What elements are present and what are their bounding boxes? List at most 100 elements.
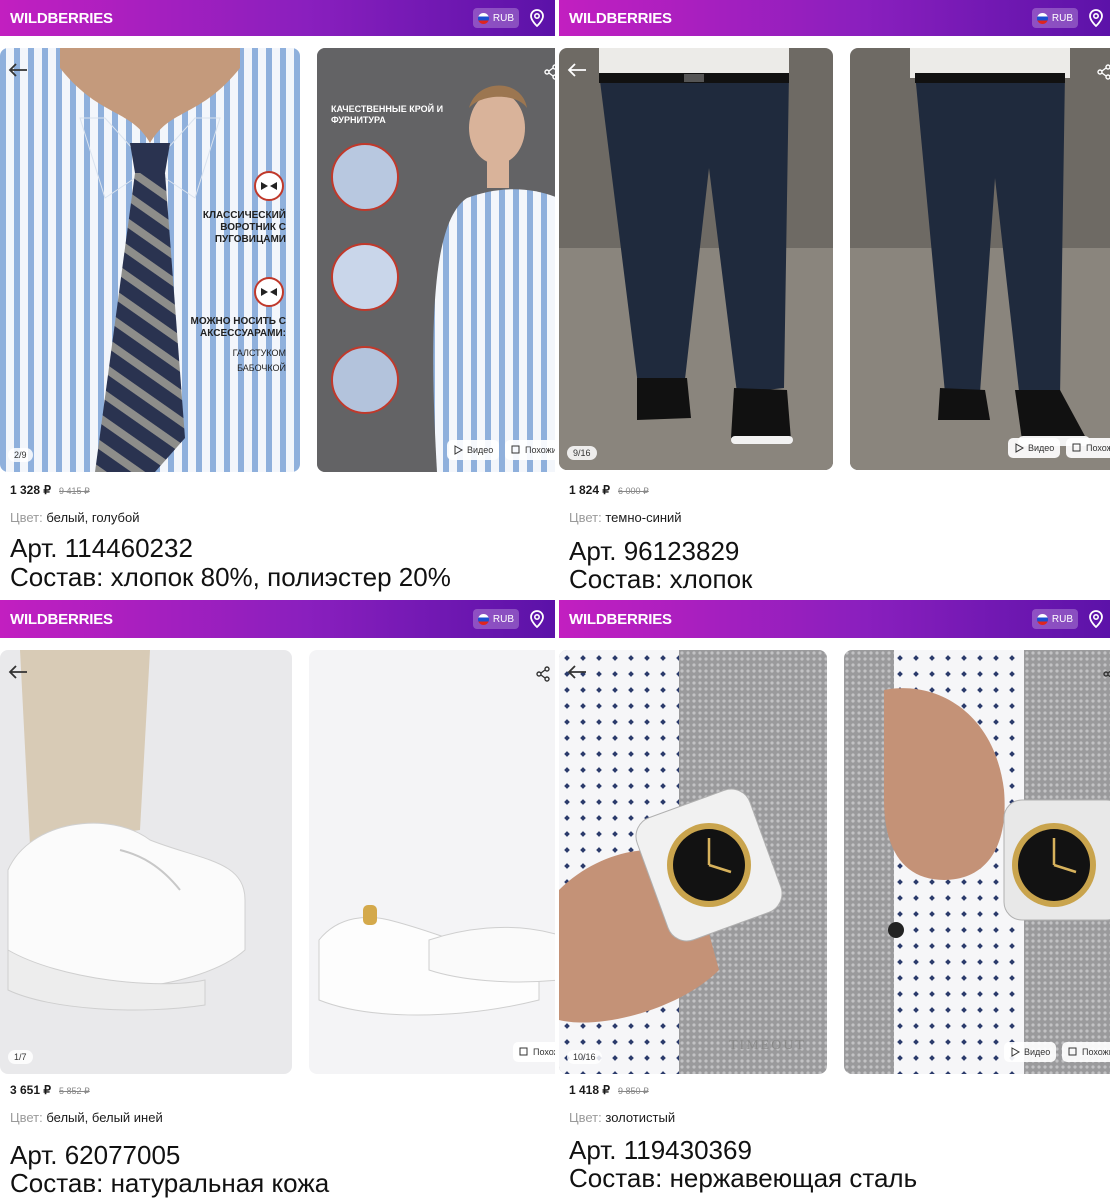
photo-counter: 1/7 — [8, 1050, 33, 1064]
price-row: 1 824 ₽ 6 000 ₽ — [569, 483, 649, 497]
product-photo[interactable]: 1/7 — [0, 650, 292, 1074]
sneakers-pair-image — [309, 650, 555, 1074]
currency-selector[interactable]: RUB — [1031, 609, 1078, 629]
back-arrow-icon[interactable] — [8, 664, 28, 680]
color-row: Цвет: темно-синий — [569, 510, 682, 525]
video-label: Видео — [467, 445, 494, 455]
russia-flag-icon — [1036, 12, 1048, 24]
brand-logo[interactable]: WILDBERRIES — [10, 10, 113, 27]
bowtie-annotation: БАБОЧКОЙ — [237, 363, 286, 373]
detail-closeup — [331, 143, 399, 211]
article-number: Арт. 119430369 — [569, 1135, 752, 1165]
price-row: 3 651 ₽ 5 852 ₽ — [10, 1083, 90, 1097]
product-card-trousers: WILDBERRIES RUB 9/16 Видео Похож 1 824 ₽… — [559, 0, 1110, 600]
current-price: 3 651 ₽ — [10, 1083, 51, 1097]
app-header: WILDBERRIES RUB — [0, 600, 555, 638]
currency-label: RUB — [1051, 12, 1073, 24]
old-price: 6 000 ₽ — [618, 486, 649, 496]
currency-selector[interactable]: RUB — [1031, 8, 1078, 28]
share-icon[interactable] — [535, 666, 551, 682]
similar-button[interactable]: Похожие — [1062, 1042, 1110, 1062]
brand-logo[interactable]: WILDBERRIES — [569, 10, 672, 27]
photo-counter: 9/16 — [567, 446, 597, 460]
similar-icon — [1072, 443, 1081, 452]
trousers-side-image — [850, 48, 1110, 470]
product-photo[interactable]: КЛАССИЧЕСКИЙ ВОРОТНИК С ПУГОВИЦАМИ МОЖНО… — [0, 48, 300, 472]
video-label: Видео — [1028, 443, 1055, 453]
product-photo[interactable]: 9/16 — [559, 48, 833, 470]
shirt-closeup-image — [0, 48, 300, 472]
location-pin-icon[interactable] — [529, 9, 545, 27]
share-icon[interactable] — [1102, 666, 1110, 682]
price-row: 1 418 ₽ 9 850 ₽ — [569, 1083, 649, 1097]
product-photo[interactable]: Видео Похожие — [850, 48, 1110, 470]
back-arrow-icon[interactable] — [567, 664, 587, 680]
location-pin-icon[interactable] — [529, 610, 545, 628]
currency-label: RUB — [1051, 613, 1073, 625]
product-photo[interactable]: Похожие — [309, 650, 555, 1074]
detail-closeup — [331, 243, 399, 311]
old-price: 5 852 ₽ — [59, 1086, 90, 1096]
currency-selector[interactable]: RUB — [472, 8, 519, 28]
location-pin-icon[interactable] — [1088, 610, 1104, 628]
product-photo[interactable]: КАЧЕСТВЕННЫЕ КРОЙ И ФУРНИТУРА Видео Похо… — [317, 48, 555, 472]
old-price: 9 415 ₽ — [59, 486, 90, 496]
color-label: Цвет: — [10, 510, 43, 525]
current-price: 1 824 ₽ — [569, 483, 610, 497]
share-icon[interactable] — [1096, 64, 1110, 80]
similar-label: Похожие — [1086, 443, 1110, 453]
watch-hand-image — [844, 650, 1110, 1074]
video-label: Видео — [1024, 1047, 1051, 1057]
composition: Состав: хлопок — [569, 564, 753, 594]
currency-selector[interactable]: RUB — [472, 609, 519, 629]
product-photo[interactable]: Видео Похожие — [844, 650, 1110, 1074]
similar-button[interactable]: Похожие — [513, 1042, 555, 1062]
color-value: белый, белый иней — [46, 1110, 163, 1125]
color-value: темно-синий — [605, 510, 682, 525]
similar-label: Похожие — [1082, 1047, 1110, 1057]
similar-icon — [519, 1047, 528, 1056]
photo-counter: 2/9 — [8, 448, 33, 462]
video-button[interactable]: Видео — [1008, 438, 1061, 458]
product-card-shirt: WILDBERRIES RUB КЛАССИЧЕСКИЙ ВОРОТНИК С … — [0, 0, 555, 600]
currency-label: RUB — [492, 613, 514, 625]
currency-label: RUB — [492, 12, 514, 24]
similar-button[interactable]: Похожие — [1066, 438, 1110, 458]
product-card-watch: WILDBERRIES RUB TIMEOUT 10/16 Видео Похо… — [559, 600, 1110, 1200]
photo-counter: 10/16 — [567, 1050, 602, 1064]
share-icon[interactable] — [543, 64, 555, 80]
color-label: Цвет: — [10, 1110, 43, 1125]
watch-wrist-image — [559, 650, 827, 1074]
current-price: 1 418 ₽ — [569, 1083, 610, 1097]
color-value: золотистый — [605, 1110, 676, 1125]
collar-annotation: КЛАССИЧЕСКИЙ ВОРОТНИК С ПУГОВИЦАМИ — [202, 210, 286, 245]
sneakers-worn-image — [0, 650, 292, 1074]
brand-logo[interactable]: WILDBERRIES — [569, 611, 672, 628]
tie-annotation: ГАЛСТУКОМ — [232, 348, 286, 358]
article-number: Арт. 96123829 — [569, 536, 740, 566]
brand-logo[interactable]: WILDBERRIES — [10, 611, 113, 628]
accessories-annotation: МОЖНО НОСИТЬ С АКСЕССУАРАМИ: — [190, 316, 287, 339]
color-row: Цвет: белый, голубой — [10, 510, 139, 525]
russia-flag-icon — [477, 12, 489, 24]
back-arrow-icon[interactable] — [8, 62, 28, 78]
russia-flag-icon — [477, 613, 489, 625]
bowtie-icon — [254, 277, 284, 307]
play-icon — [1011, 1047, 1020, 1057]
back-arrow-icon[interactable] — [567, 62, 587, 78]
trousers-front-image — [559, 48, 833, 470]
similar-icon — [511, 445, 520, 454]
product-photo[interactable]: TIMEOUT 10/16 — [559, 650, 827, 1074]
similar-button[interactable]: Похожие — [505, 440, 555, 460]
app-header: WILDBERRIES RUB — [559, 600, 1110, 638]
video-button[interactable]: Видео — [447, 440, 500, 460]
product-card-sneakers: WILDBERRIES RUB 1/7 Похо 3 651 ₽ 5 852 ₽… — [0, 600, 555, 1200]
quality-annotation: КАЧЕСТВЕННЫЕ КРОЙ И ФУРНИТУРА — [331, 104, 444, 125]
play-icon — [1015, 443, 1024, 453]
article-number: Арт. 114460232 — [10, 533, 193, 563]
video-button[interactable]: Видео — [1004, 1042, 1057, 1062]
similar-label: Похожие — [525, 445, 555, 455]
color-label: Цвет: — [569, 1110, 602, 1125]
location-pin-icon[interactable] — [1088, 9, 1104, 27]
app-header: WILDBERRIES RUB — [559, 0, 1110, 36]
